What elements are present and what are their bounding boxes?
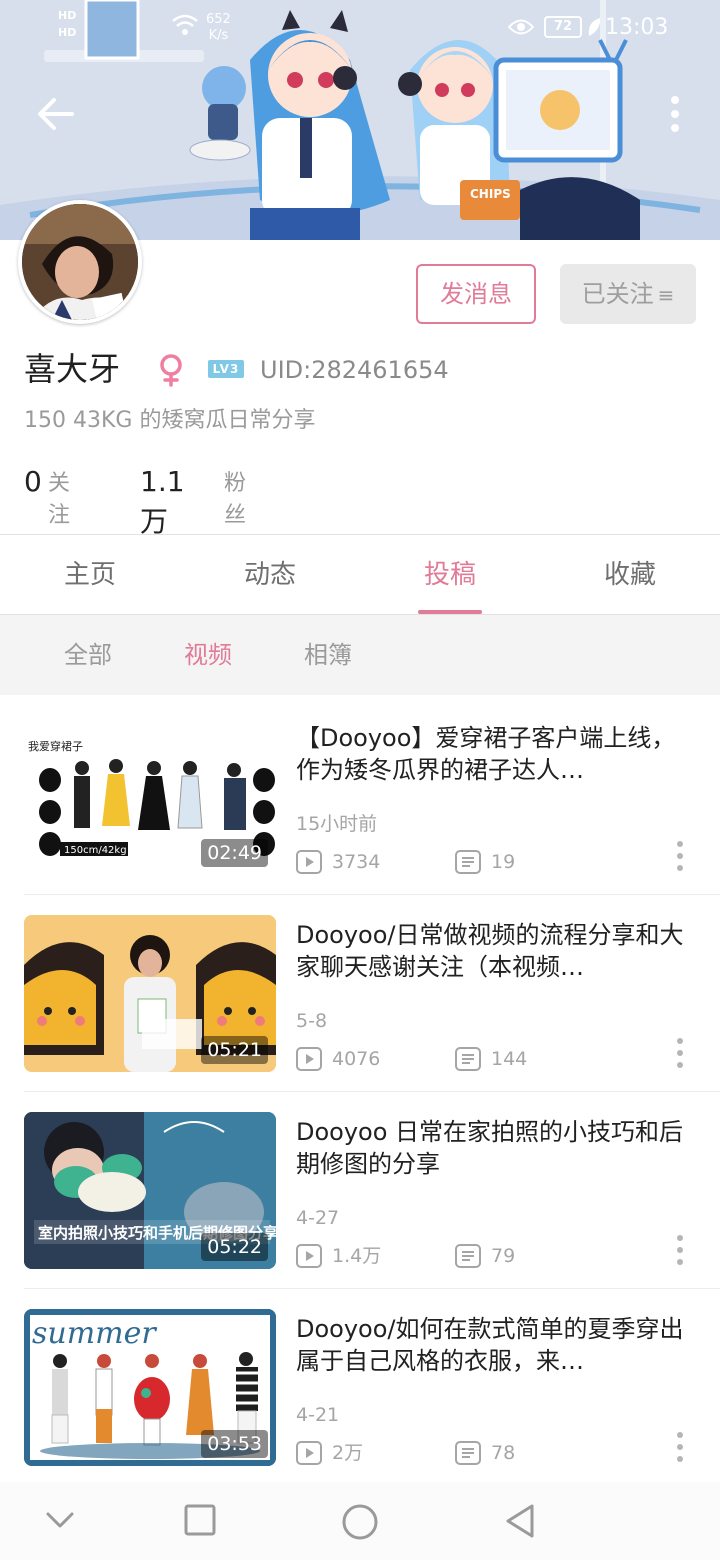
thumbnail-title-text: summer — [32, 1316, 157, 1351]
more-vertical-icon[interactable] — [668, 1232, 692, 1268]
tab-dynamics[interactable]: 动态 — [180, 536, 360, 614]
comment-count-value: 144 — [491, 1048, 528, 1070]
video-title[interactable]: 【Dooyoo】爱穿裙子客户端上线，作为矮冬瓜界的裙子达人… — [296, 722, 692, 786]
followed-menu-icon: ≡ — [657, 283, 675, 307]
video-date: 4-21 — [296, 1404, 340, 1426]
following-count[interactable]: 0 — [24, 462, 42, 502]
followed-button-label: 已关注 — [581, 280, 654, 308]
video-duration: 05:21 — [201, 1036, 268, 1064]
comment-count-icon — [455, 1244, 481, 1268]
subtab-all[interactable]: 全部 — [64, 615, 112, 695]
play-count-value: 3734 — [332, 851, 381, 873]
eye-icon — [508, 19, 534, 35]
nav-home-icon[interactable] — [340, 1502, 380, 1542]
send-message-button[interactable]: 发消息 — [416, 264, 536, 324]
video-thumbnail[interactable]: 室内拍照小技巧和手机后期修图分享 05:22 — [24, 1112, 276, 1269]
more-vertical-icon[interactable] — [668, 1035, 692, 1071]
section-divider — [0, 534, 720, 535]
play-count-icon — [296, 1441, 322, 1465]
followed-button[interactable]: 已关注 ≡ — [560, 264, 696, 324]
comment-count-icon — [455, 850, 481, 874]
more-vertical-icon[interactable] — [668, 1429, 692, 1465]
user-name: 喜大牙 — [24, 350, 121, 388]
tab-home[interactable]: 主页 — [0, 536, 180, 614]
video-title[interactable]: Dooyoo 日常在家拍照的小技巧和后期修图的分享 — [296, 1116, 692, 1180]
comment-count-value: 19 — [491, 851, 516, 873]
play-count-icon — [296, 850, 322, 874]
network-speed-value: 652 — [206, 12, 231, 27]
profile-banner: CHIPS HD HD 652 K/s 72 13:03 — [0, 0, 720, 240]
comment-count-value: 78 — [491, 1442, 516, 1464]
user-uid: UID:282461654 — [260, 356, 449, 384]
back-arrow-icon[interactable] — [36, 94, 76, 134]
play-count-value: 4076 — [332, 1048, 381, 1070]
signal-label-2: HD — [58, 26, 77, 39]
nav-back-icon[interactable] — [502, 1502, 538, 1540]
system-navigation-bar — [0, 1482, 720, 1560]
video-list-item[interactable]: 我爱穿裙子 150cm/42kg 02:49 【Dooyoo】爱穿裙子客户端上线… — [0, 698, 720, 895]
video-thumbnail[interactable]: 05:21 — [24, 915, 276, 1072]
content-filter-tabs: 全部 视频 相簿 — [0, 615, 720, 695]
comment-count-value: 79 — [491, 1245, 516, 1267]
female-icon — [160, 354, 182, 387]
comment-count-icon — [455, 1441, 481, 1465]
video-thumbnail[interactable]: summer 03:53 — [24, 1309, 276, 1466]
subtab-album[interactable]: 相簿 — [304, 615, 352, 695]
network-speed: 652 K/s — [206, 12, 231, 44]
fans-count[interactable]: 1.1万 — [140, 462, 185, 542]
user-bio: 150 43KG 的矮窝瓜日常分享 — [24, 408, 316, 433]
avatar[interactable] — [18, 200, 142, 324]
video-list-item[interactable]: summer 03:53 Dooyoo/如何在款式简单的夏季穿出属于自己风格的衣… — [0, 1289, 720, 1486]
clock: 13:03 — [605, 15, 669, 40]
play-count-value: 2万 — [332, 1442, 364, 1464]
tab-submissions[interactable]: 投稿 — [360, 536, 540, 614]
signal-label-1: HD — [58, 9, 77, 22]
video-date: 5-8 — [296, 1010, 328, 1032]
play-count-icon — [296, 1047, 322, 1071]
play-count-icon — [296, 1244, 322, 1268]
video-list-item[interactable]: 05:21 Dooyoo/日常做视频的流程分享和大家聊天感谢关注（本视频… 5-… — [0, 895, 720, 1092]
thumbnail-caption-text: 150cm/42kg — [64, 845, 127, 856]
signal-indicator: HD HD — [58, 10, 76, 38]
more-vertical-icon[interactable] — [668, 838, 692, 874]
video-date: 15小时前 — [296, 813, 378, 835]
tab-favorites[interactable]: 收藏 — [540, 536, 720, 614]
network-speed-unit: K/s — [208, 28, 229, 43]
following-label[interactable]: 关注 — [48, 468, 70, 532]
video-list-item[interactable]: 室内拍照小技巧和手机后期修图分享 05:22 Dooyoo 日常在家拍照的小技巧… — [0, 1092, 720, 1289]
video-duration: 05:22 — [201, 1233, 268, 1261]
thumbnail-title-text: 我爱穿裙子 — [28, 739, 83, 753]
play-count-value: 1.4万 — [332, 1245, 382, 1267]
video-duration: 03:53 — [201, 1430, 268, 1458]
nav-collapse-icon[interactable] — [44, 1502, 76, 1538]
fans-label[interactable]: 粉丝 — [224, 468, 246, 532]
video-title[interactable]: Dooyoo/如何在款式简单的夏季穿出属于自己风格的衣服，来… — [296, 1313, 692, 1377]
comment-count-icon — [455, 1047, 481, 1071]
more-options-icon[interactable] — [660, 94, 690, 134]
wifi-icon — [172, 14, 198, 35]
video-thumbnail[interactable]: 我爱穿裙子 150cm/42kg 02:49 — [24, 718, 276, 875]
nav-recents-icon[interactable] — [182, 1502, 218, 1538]
battery-indicator: 72 — [544, 16, 582, 38]
avatar-photo — [22, 204, 138, 320]
profile-tabs: 主页 动态 投稿 收藏 — [0, 536, 720, 614]
video-duration: 02:49 — [201, 839, 268, 867]
video-date: 4-27 — [296, 1207, 340, 1229]
subtab-video[interactable]: 视频 — [184, 615, 232, 695]
leaf-icon — [588, 18, 601, 36]
level-badge: LV3 — [208, 360, 244, 378]
video-title[interactable]: Dooyoo/日常做视频的流程分享和大家聊天感谢关注（本视频… — [296, 919, 692, 983]
chips-text: CHIPS — [470, 187, 511, 201]
status-bar: HD HD 652 K/s 72 13:03 — [0, 0, 720, 56]
